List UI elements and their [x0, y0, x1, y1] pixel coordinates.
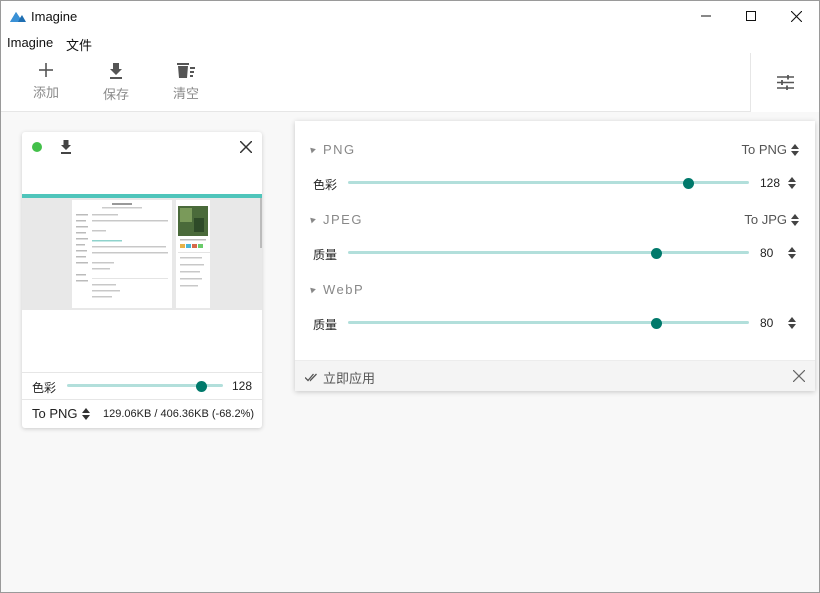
download-icon	[61, 140, 71, 154]
webp-quality-value[interactable]: 80	[760, 316, 773, 330]
jpeg-quality-label: 质量	[313, 248, 338, 262]
close-icon	[239, 140, 253, 154]
window-title: Imagine	[31, 9, 78, 24]
updown-arrows-icon	[791, 213, 799, 226]
add-button[interactable]: 添加	[21, 61, 71, 109]
png-color-value[interactable]: 128	[760, 176, 780, 190]
title-bar: Imagine	[1, 1, 819, 31]
updown-arrows-icon	[81, 407, 90, 420]
download-icon	[110, 63, 122, 79]
webp-section-header[interactable]: WebP	[308, 282, 365, 297]
stepper-icon[interactable]	[788, 177, 796, 189]
card-remove-button[interactable]	[239, 140, 253, 158]
menu-file[interactable]: 文件	[66, 35, 92, 54]
webp-quality-slider[interactable]	[348, 321, 749, 324]
menu-imagine[interactable]: Imagine	[7, 35, 53, 50]
webp-quality-label: 质量	[313, 318, 338, 332]
jpeg-format-value: To JPG	[744, 212, 787, 227]
minimize-button[interactable]	[683, 1, 729, 31]
apply-now-button[interactable]: 立即应用	[305, 368, 375, 387]
close-icon	[790, 10, 802, 22]
png-color-label: 色彩	[313, 178, 338, 192]
card-divider	[22, 399, 262, 400]
webp-section-title: WebP	[323, 282, 365, 297]
jpeg-quality-slider-thumb[interactable]	[651, 248, 663, 259]
jpeg-section-header[interactable]: JPEG	[308, 212, 363, 227]
toolbar: 添加 保存 清空	[1, 53, 819, 112]
card-divider	[22, 372, 262, 373]
menu-bar: Imagine 文件	[1, 31, 819, 53]
card-color-label: 色彩	[32, 381, 57, 395]
card-color-value: 128	[232, 379, 253, 393]
settings-toggle-button[interactable]	[750, 53, 819, 112]
collapse-icon	[308, 215, 316, 224]
stepper-icon[interactable]	[788, 317, 796, 329]
plus-icon	[39, 63, 53, 77]
panel-footer: 立即应用	[295, 360, 815, 391]
jpeg-section-title: JPEG	[323, 212, 363, 227]
png-section-header[interactable]: PNG	[308, 142, 356, 157]
double-check-icon	[305, 373, 317, 382]
apply-now-label: 立即应用	[323, 371, 376, 386]
app-logo-icon	[10, 12, 26, 22]
collapse-icon	[308, 285, 316, 294]
sliders-icon	[776, 75, 794, 90]
card-format-value: To PNG	[32, 406, 78, 421]
save-label: 保存	[102, 87, 129, 102]
card-color-slider-thumb[interactable]	[195, 381, 207, 392]
close-panel-button[interactable]	[792, 369, 806, 387]
clear-button[interactable]: 清空	[161, 61, 211, 109]
options-panel: PNG To PNG 色彩 128 JPEG To JPG 质量 80 WebP	[295, 121, 815, 391]
jpeg-quality-value[interactable]: 80	[760, 246, 773, 260]
png-format-value: To PNG	[741, 142, 787, 157]
webp-quality-slider-thumb[interactable]	[651, 318, 663, 329]
card-save-button[interactable]	[60, 140, 72, 159]
collapse-icon	[308, 145, 316, 154]
updown-arrows-icon	[791, 143, 799, 156]
maximize-icon	[746, 11, 756, 21]
save-button[interactable]: 保存	[91, 61, 141, 109]
clear-label: 清空	[172, 86, 199, 101]
png-format-select[interactable]: To PNG	[741, 142, 799, 157]
add-label: 添加	[32, 85, 59, 100]
jpeg-format-select[interactable]: To JPG	[744, 212, 799, 227]
stepper-icon[interactable]	[788, 247, 796, 259]
status-indicator	[32, 142, 42, 152]
minimize-icon	[701, 15, 711, 17]
close-window-button[interactable]	[773, 1, 819, 31]
webpage-screenshot-thumbnail	[22, 194, 262, 310]
clear-all-icon	[177, 63, 195, 78]
close-icon	[792, 369, 806, 383]
maximize-button[interactable]	[728, 1, 774, 31]
image-card: 色彩 128 To PNG 129.06KB / 406.36KB (-68.2…	[22, 132, 262, 428]
jpeg-quality-slider[interactable]	[348, 251, 749, 254]
png-section-title: PNG	[323, 142, 356, 157]
image-preview[interactable]	[22, 194, 262, 310]
app-window: Imagine Imagine 文件 添加 保存 清空 色彩 128 To PN…	[0, 0, 820, 593]
card-size-info: 129.06KB / 406.36KB (-68.2%)	[103, 408, 255, 420]
card-format-select[interactable]: To PNG	[32, 406, 90, 421]
png-color-slider-thumb[interactable]	[683, 178, 695, 189]
